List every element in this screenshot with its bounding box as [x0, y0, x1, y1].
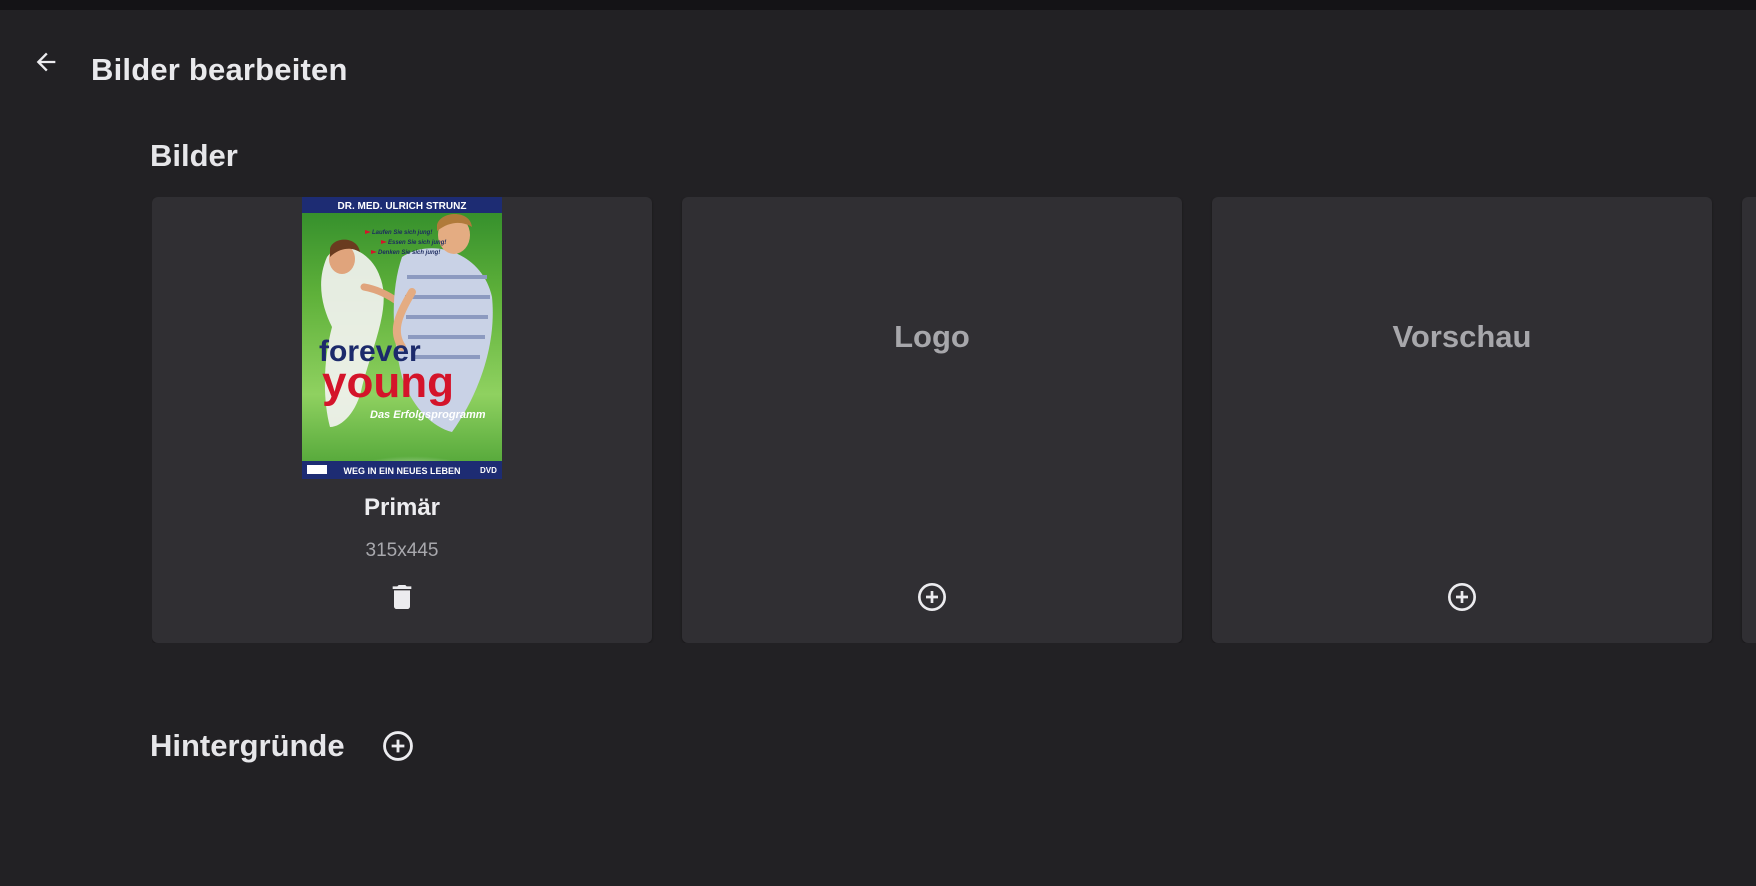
add-circle-icon [916, 581, 948, 618]
images-section-title: Bilder [150, 138, 238, 173]
poster-top-banner: DR. MED. ULRICH STRUNZ [338, 201, 467, 212]
page-title: Bilder bearbeiten [91, 52, 348, 87]
add-logo-button[interactable] [908, 575, 956, 623]
image-size-label: 315x445 [365, 540, 439, 561]
arrow-back-icon [32, 48, 60, 81]
card-type-label: Primär [363, 494, 441, 521]
image-cards-row: DR. MED. ULRICH STRUNZ Laufen Sie sich j… [152, 197, 1756, 643]
poster-title-line2: young [322, 358, 454, 407]
add-preview-button[interactable] [1438, 575, 1486, 623]
poster-bottom-banner: WEG IN EIN NEUES LEBEN [343, 466, 460, 476]
backdrops-section-title: Hintergründe [150, 728, 345, 763]
page-header: Bilder bearbeiten [0, 10, 1756, 114]
add-backdrop-button[interactable] [376, 726, 420, 770]
primary-image-card: DR. MED. ULRICH STRUNZ Laufen Sie sich j… [152, 197, 652, 643]
back-button[interactable] [22, 40, 70, 88]
preview-image-card: Vorschau [1212, 197, 1712, 643]
add-circle-icon [381, 729, 415, 768]
next-image-card [1742, 197, 1756, 643]
poster-bullet: Denken Sie sich jung! [378, 250, 440, 256]
card-type-label: Logo [894, 319, 970, 354]
poster-subtitle: Das Erfolgsprogramm [370, 409, 486, 421]
poster-bullet: Essen Sie sich jung! [388, 240, 446, 246]
delete-icon [386, 581, 418, 618]
poster-bullet: Laufen Sie sich jung! [372, 230, 432, 236]
logo-image-card: Logo [682, 197, 1182, 643]
window-top-bar [0, 0, 1756, 10]
card-type-label: Vorschau [1392, 319, 1532, 354]
poster-dvd-badge: DVD [480, 466, 497, 475]
delete-image-button[interactable] [378, 575, 426, 623]
primary-poster-image: DR. MED. ULRICH STRUNZ Laufen Sie sich j… [302, 197, 502, 479]
add-circle-icon [1446, 581, 1478, 618]
